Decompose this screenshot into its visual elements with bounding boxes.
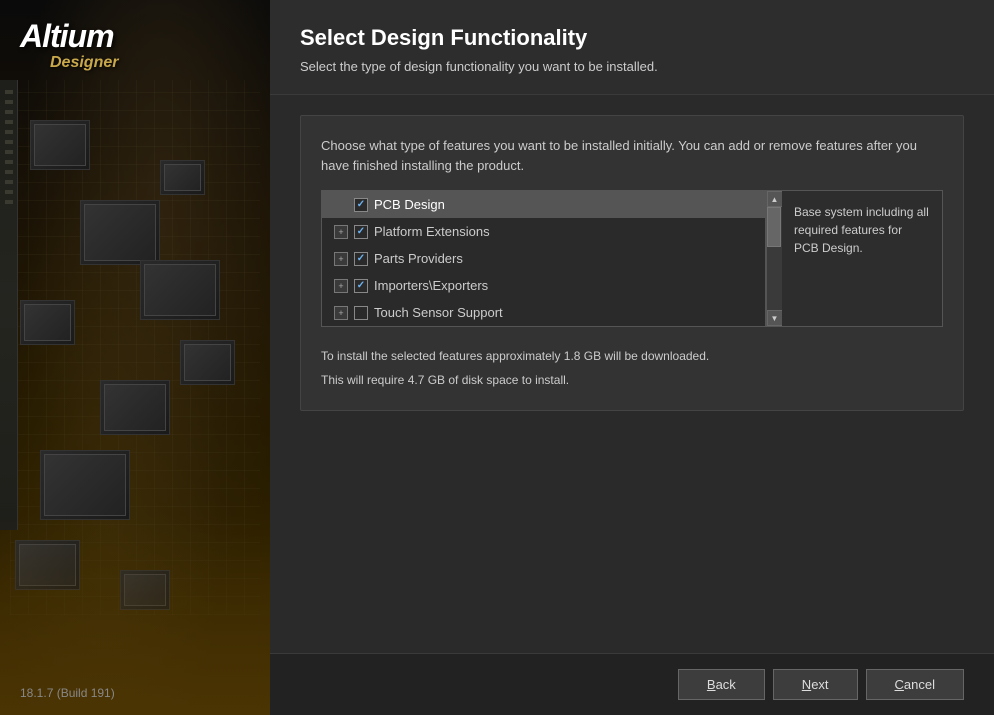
chip-decoration (40, 450, 130, 520)
scrollbar-thumb[interactable] (767, 207, 781, 247)
sidebar: Altium Designer 18.1.7 (Build 191) (0, 0, 270, 715)
install-info: To install the selected features approxi… (321, 342, 943, 390)
install-info-line2: This will require 4.7 GB of disk space t… (321, 366, 943, 390)
scroll-down-button[interactable]: ▼ (767, 310, 783, 326)
feature-item-importers-exporters[interactable]: + Importers\Exporters (322, 272, 765, 299)
page-title: Select Design Functionality (300, 25, 964, 51)
page-subtitle: Select the type of design functionality … (300, 59, 964, 74)
feature-label-touch-sensor: Touch Sensor Support (374, 305, 753, 320)
checkbox-importers-exporters[interactable] (354, 279, 368, 293)
chip-decoration (20, 300, 75, 345)
footer: Back Next Cancel (270, 653, 994, 715)
feature-label-pcb-design: PCB Design (374, 197, 753, 212)
scrollbar-track[interactable] (767, 207, 782, 310)
expand-touch-sensor[interactable]: + (334, 306, 348, 320)
back-button[interactable]: Back (678, 669, 765, 700)
feature-item-touch-sensor[interactable]: + Touch Sensor Support (322, 299, 765, 326)
expand-importers-exporters[interactable]: + (334, 279, 348, 293)
chip-decoration (30, 120, 90, 170)
features-scrollbar[interactable]: ▲ ▼ (766, 191, 782, 326)
logo-designer: Designer (20, 54, 118, 72)
features-container: PCB Design + Platform Extensions + Parts… (321, 190, 943, 327)
feature-item-parts-providers[interactable]: + Parts Providers (322, 245, 765, 272)
version-label: 18.1.7 (Build 191) (20, 686, 115, 700)
checkbox-parts-providers[interactable] (354, 252, 368, 266)
ram-stick (0, 80, 18, 530)
instruction-text: Choose what type of features you want to… (321, 136, 943, 175)
chip-decoration (140, 260, 220, 320)
checkbox-platform-extensions[interactable] (354, 225, 368, 239)
cancel-button[interactable]: Cancel (866, 669, 964, 700)
chip-decoration (180, 340, 235, 385)
feature-label-importers-exporters: Importers\Exporters (374, 278, 753, 293)
content-area: Choose what type of features you want to… (270, 95, 994, 653)
chip-decoration (100, 380, 170, 435)
expand-platform-extensions[interactable]: + (334, 225, 348, 239)
scroll-up-button[interactable]: ▲ (767, 191, 783, 207)
chip-decoration (160, 160, 205, 195)
logo-altium: Altium (20, 20, 118, 52)
checkbox-pcb-design[interactable] (354, 198, 368, 212)
feature-label-platform-extensions: Platform Extensions (374, 224, 753, 239)
features-section: Choose what type of features you want to… (300, 115, 964, 411)
feature-label-parts-providers: Parts Providers (374, 251, 753, 266)
expand-parts-providers[interactable]: + (334, 252, 348, 266)
gold-gradient (0, 515, 270, 715)
sidebar-logo: Altium Designer (20, 20, 118, 72)
checkbox-touch-sensor[interactable] (354, 306, 368, 320)
chip-decoration (80, 200, 160, 265)
header: Select Design Functionality Select the t… (270, 0, 994, 95)
feature-item-platform-extensions[interactable]: + Platform Extensions (322, 218, 765, 245)
features-list: PCB Design + Platform Extensions + Parts… (322, 191, 766, 326)
main-panel: Select Design Functionality Select the t… (270, 0, 994, 715)
feature-description: Base system including all required featu… (782, 191, 942, 326)
feature-item-pcb-design[interactable]: PCB Design (322, 191, 765, 218)
install-info-line1: To install the selected features approxi… (321, 342, 943, 366)
next-button[interactable]: Next (773, 669, 858, 700)
